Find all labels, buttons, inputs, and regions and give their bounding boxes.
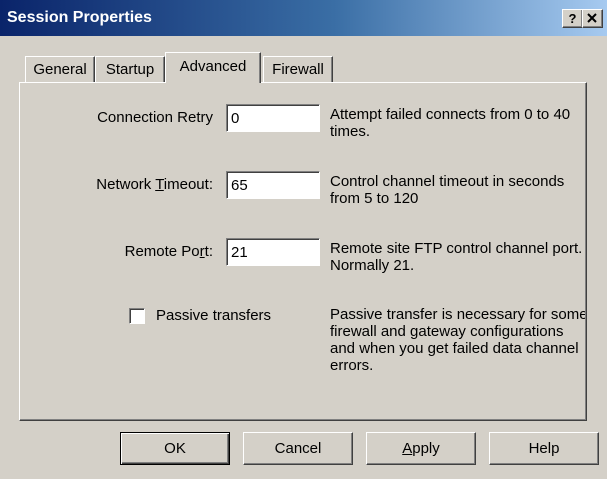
- help-button[interactable]: ?: [562, 9, 583, 28]
- apply-rest: pply: [412, 440, 440, 457]
- tab-advanced[interactable]: Advanced: [165, 52, 261, 83]
- tab-general[interactable]: General: [25, 56, 95, 83]
- help-dialog-button[interactable]: Help: [489, 432, 599, 465]
- title-bar: Session Properties ?: [0, 0, 607, 36]
- tab-firewall[interactable]: Firewall: [263, 56, 333, 83]
- close-button[interactable]: [582, 9, 603, 28]
- close-icon: [587, 13, 597, 23]
- advanced-tab-panel: [19, 82, 587, 421]
- cancel-button[interactable]: Cancel: [243, 432, 353, 465]
- tab-startup[interactable]: Startup: [95, 56, 165, 83]
- ok-button[interactable]: OK: [120, 432, 230, 465]
- apply-accel: A: [402, 440, 413, 457]
- window-title: Session Properties: [7, 9, 152, 26]
- apply-button[interactable]: Apply: [366, 432, 476, 465]
